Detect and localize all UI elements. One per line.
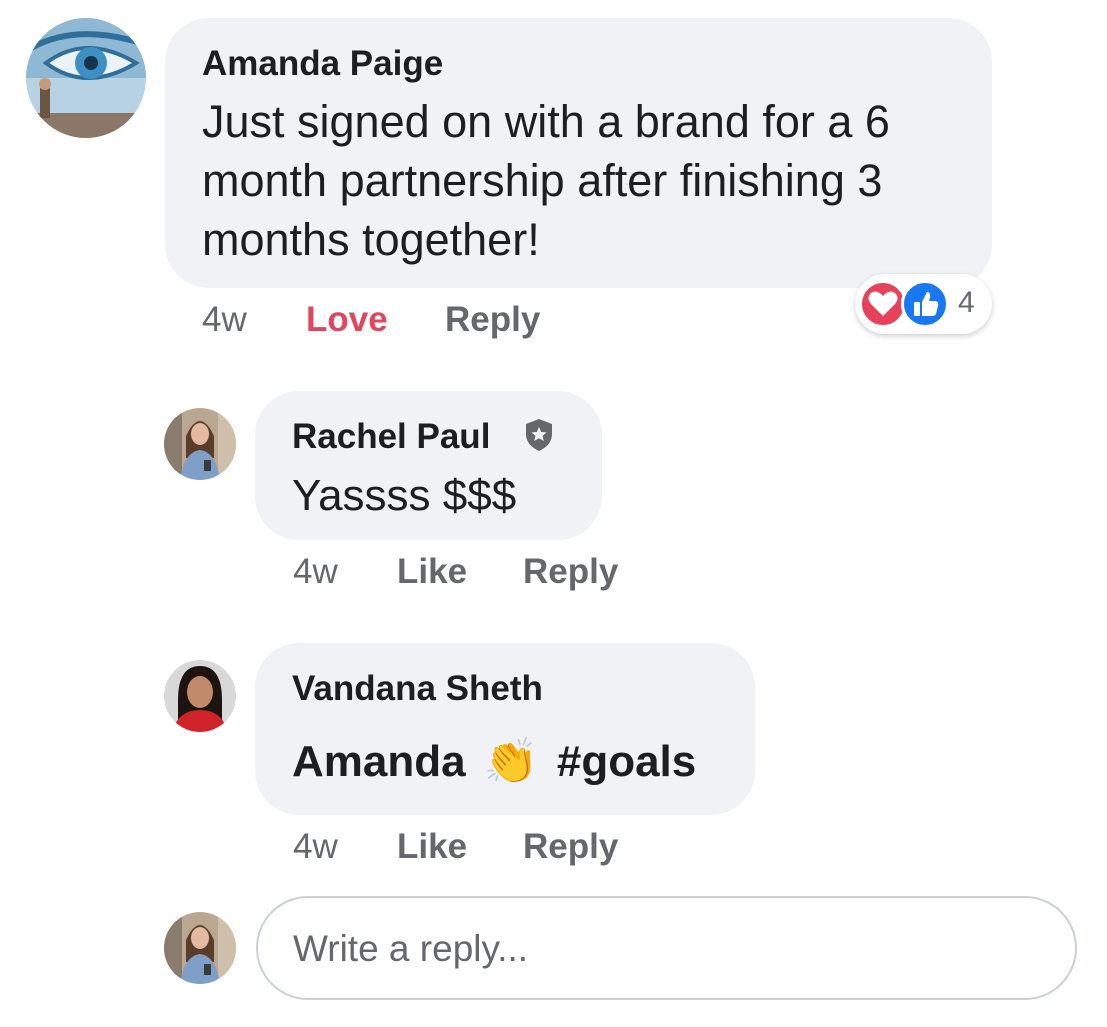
comment-hashtag[interactable]: #goals: [557, 737, 696, 786]
avatar-vandana-sheth[interactable]: [164, 660, 236, 732]
comment-text: Yassss $$$: [292, 471, 517, 520]
comment-bubble-vandana[interactable]: Vandana Sheth Amanda 👏 #goals: [255, 643, 755, 815]
avatar-image: [164, 912, 236, 984]
avatar-rachel-paul[interactable]: [164, 408, 236, 480]
comment-author[interactable]: Vandana Sheth: [292, 669, 543, 709]
reply-input[interactable]: Write a reply...: [256, 896, 1077, 1000]
avatar-image: [26, 18, 146, 138]
current-user-avatar: [164, 912, 236, 984]
comment-author[interactable]: Rachel Paul: [292, 417, 490, 457]
clapping-hands-emoji: 👏: [483, 737, 539, 786]
comment-timestamp[interactable]: 4w: [293, 552, 338, 592]
avatar-amanda-paige[interactable]: [26, 18, 146, 138]
reply-button[interactable]: Reply: [523, 552, 618, 592]
reaction-summary[interactable]: 4: [855, 274, 992, 334]
comment-text-start: Amanda: [292, 737, 466, 786]
comment-author[interactable]: Amanda Paige: [202, 44, 443, 84]
like-button[interactable]: Like: [397, 827, 467, 867]
reply-button[interactable]: Reply: [523, 827, 618, 867]
comment-timestamp[interactable]: 4w: [293, 827, 338, 867]
avatar-image: [164, 660, 236, 732]
comment-timestamp[interactable]: 4w: [202, 300, 247, 340]
comment-text: Amanda 👏 #goals: [292, 735, 696, 787]
thumbs-up-icon: [901, 280, 949, 328]
heart-icon: [859, 280, 907, 328]
like-button[interactable]: Like: [397, 552, 467, 592]
comment-text: Just signed on with a brand for a 6 mont…: [202, 96, 890, 265]
love-reaction-button[interactable]: Love: [306, 300, 388, 340]
admin-shield-icon: [523, 417, 555, 453]
reaction-count: 4: [958, 286, 975, 319]
reply-input-placeholder: Write a reply...: [293, 928, 529, 969]
avatar-image: [164, 408, 236, 480]
comment-bubble-amanda[interactable]: Amanda Paige Just signed on with a brand…: [165, 18, 992, 288]
comment-bubble-rachel[interactable]: Rachel Paul Yassss $$$: [255, 391, 602, 540]
reply-button[interactable]: Reply: [445, 300, 540, 340]
